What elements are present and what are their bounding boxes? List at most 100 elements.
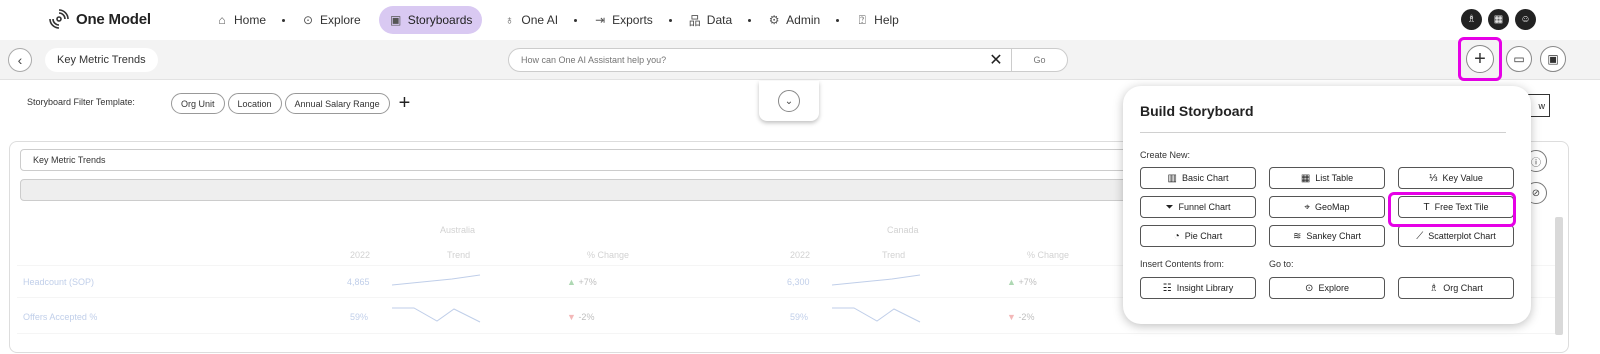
back-button[interactable]: ‹ xyxy=(8,48,32,72)
filter-chip-annual-salary-range[interactable]: Annual Salary Range xyxy=(284,93,390,114)
filter-chip-org-unit[interactable]: Org Unit xyxy=(171,93,225,114)
breadcrumb[interactable]: Key Metric Trends xyxy=(45,48,158,72)
row-label: Offers Accepted % xyxy=(23,312,98,322)
button-label: Org Chart xyxy=(1443,283,1483,293)
org-icon[interactable]: ♗ xyxy=(1461,9,1482,30)
home-icon: ⌂ xyxy=(218,13,226,27)
trend-up-icon: ▲ xyxy=(567,277,576,287)
scrollbar[interactable] xyxy=(1555,217,1563,335)
nav-separator xyxy=(282,18,286,22)
pie-chart-button[interactable]: ◔ Pie Chart xyxy=(1140,225,1256,247)
nav-exports-label: Exports xyxy=(612,13,653,27)
help-icon: ⍰ xyxy=(858,12,866,27)
add-filter-plus-icon[interactable]: + xyxy=(399,92,411,115)
nav-help[interactable]: ⍰ Help xyxy=(845,6,909,34)
row-value: 4,865 xyxy=(347,277,370,287)
nav-data[interactable]: 品 Data xyxy=(678,6,742,34)
group-header-australia: Australia xyxy=(440,225,476,235)
column-header: 2022 xyxy=(790,250,811,260)
app-name: One Model xyxy=(76,10,151,28)
sankey-chart-button[interactable]: ≋ Sankey Chart xyxy=(1269,225,1385,247)
key-value-icon: ⅓ xyxy=(1429,172,1438,184)
row-change: ▲ +7% xyxy=(567,277,597,287)
scatterplot-chart-button[interactable]: ⟋ Scatterplot Chart xyxy=(1398,225,1514,247)
column-header: Trend xyxy=(882,250,906,260)
create-new-label: Create New: xyxy=(1140,150,1191,160)
funnel-icon: ⏷ xyxy=(1165,201,1174,213)
filter-chip-location[interactable]: Location xyxy=(227,93,282,114)
insight-library-button[interactable]: ☷ Insight Library xyxy=(1140,277,1256,299)
column-header: 2022 xyxy=(350,250,371,260)
nav-explore[interactable]: ⊙ Explore xyxy=(291,6,371,34)
ai-assistant-input[interactable] xyxy=(509,55,981,65)
nav-separator xyxy=(748,18,752,22)
row-change-value: +7% xyxy=(1018,277,1037,287)
trend-up-icon: ▲ xyxy=(1007,277,1016,287)
tile-title-field[interactable]: Key Metric Trends xyxy=(20,149,1140,171)
button-label: Sankey Chart xyxy=(1306,231,1361,241)
calendar-icon[interactable]: ▦ xyxy=(1488,9,1509,30)
go-button[interactable]: Go xyxy=(1011,49,1067,71)
trend-sparkline xyxy=(392,307,481,323)
table-icon: ▦ xyxy=(1300,172,1311,184)
storyboard-icon: ▣ xyxy=(390,13,402,27)
export-icon: ⇥ xyxy=(595,13,606,27)
row-change-value: -2% xyxy=(578,312,595,322)
pie-chart-icon: ◔ xyxy=(1173,230,1180,242)
app-logo[interactable]: One Model xyxy=(48,8,151,30)
key-value-button[interactable]: ⅓ Key Value xyxy=(1398,167,1514,189)
button-label: Scatterplot Chart xyxy=(1428,231,1496,241)
add-content-highlight: + xyxy=(1458,37,1502,81)
trend-down-icon: ▼ xyxy=(567,312,576,322)
nav-help-label: Help xyxy=(874,13,899,27)
row-change-value: +7% xyxy=(578,277,597,287)
chevron-left-icon: ‹ xyxy=(17,52,23,68)
insert-contents-label: Insert Contents from: xyxy=(1140,259,1225,269)
sankey-icon: ≋ xyxy=(1293,230,1302,242)
user-avatar-icon[interactable]: ☺ xyxy=(1515,9,1536,30)
list-table-button[interactable]: ▦ List Table xyxy=(1269,167,1385,189)
explore-button[interactable]: ⊙ Explore xyxy=(1269,277,1385,299)
row-change: ▲ +7% xyxy=(1007,277,1037,287)
nav-separator xyxy=(836,18,840,22)
nav-exports[interactable]: ⇥ Exports xyxy=(583,6,663,34)
close-icon[interactable]: ✕ xyxy=(981,50,1011,70)
nav-home-label: Home xyxy=(234,13,267,27)
divider xyxy=(1140,132,1506,133)
filter-chips: Org Unit Location Annual Salary Range + xyxy=(171,92,410,115)
nav-explore-label: Explore xyxy=(320,13,361,27)
column-header: Trend xyxy=(447,250,471,260)
nav-data-label: Data xyxy=(706,13,733,27)
user-tools: ♗ ▦ ☺ xyxy=(1461,9,1536,30)
trend-sparkline xyxy=(832,274,921,286)
row-divider xyxy=(17,333,1562,334)
data-icon: 品 xyxy=(688,13,701,28)
top-navigation: One Model ⌂ Home ⊙ Explore ▣ Storyboards ♁ O… xyxy=(0,0,1600,40)
display-settings-button[interactable]: ▭ xyxy=(1506,46,1532,72)
geomap-button[interactable]: ⌖ GeoMap xyxy=(1269,196,1385,218)
nav-storyboards[interactable]: ▣ Storyboards xyxy=(378,6,483,34)
group-header-canada: Canada xyxy=(887,225,919,235)
add-content-button[interactable]: + xyxy=(1466,45,1494,73)
nav-admin[interactable]: ⚙ Admin xyxy=(757,6,830,34)
bar-chart-icon: ▥ xyxy=(1167,172,1177,184)
storyboard-toolbar: ‹ Key Metric Trends ✕ Go ▭ ▣ xyxy=(0,40,1600,80)
basic-chart-button[interactable]: ▥ Basic Chart xyxy=(1140,167,1256,189)
collapse-toggle[interactable]: ⌄ xyxy=(759,81,819,121)
tile-subtitle-field[interactable] xyxy=(20,179,1140,201)
button-label: Key Value xyxy=(1442,173,1483,183)
funnel-chart-button[interactable]: ⏷ Funnel Chart xyxy=(1140,196,1256,218)
nav-admin-label: Admin xyxy=(786,13,821,27)
nav-one-ai-label: One AI xyxy=(521,13,559,27)
row-value: 59% xyxy=(790,312,809,322)
nav-home[interactable]: ⌂ Home xyxy=(205,6,276,34)
scatterplot-icon: ⟋ xyxy=(1416,230,1424,242)
nav-one-ai[interactable]: ♁ One AI xyxy=(492,6,568,34)
button-label: Pie Chart xyxy=(1184,231,1223,241)
ai-assistant-bar: ✕ Go xyxy=(508,48,1068,72)
free-text-tile-highlight xyxy=(1388,192,1516,227)
logo-icon xyxy=(48,8,70,30)
trend-sparkline xyxy=(392,274,481,286)
org-chart-button[interactable]: ♗ Org Chart xyxy=(1398,277,1514,299)
save-button[interactable]: ▣ xyxy=(1540,46,1566,72)
